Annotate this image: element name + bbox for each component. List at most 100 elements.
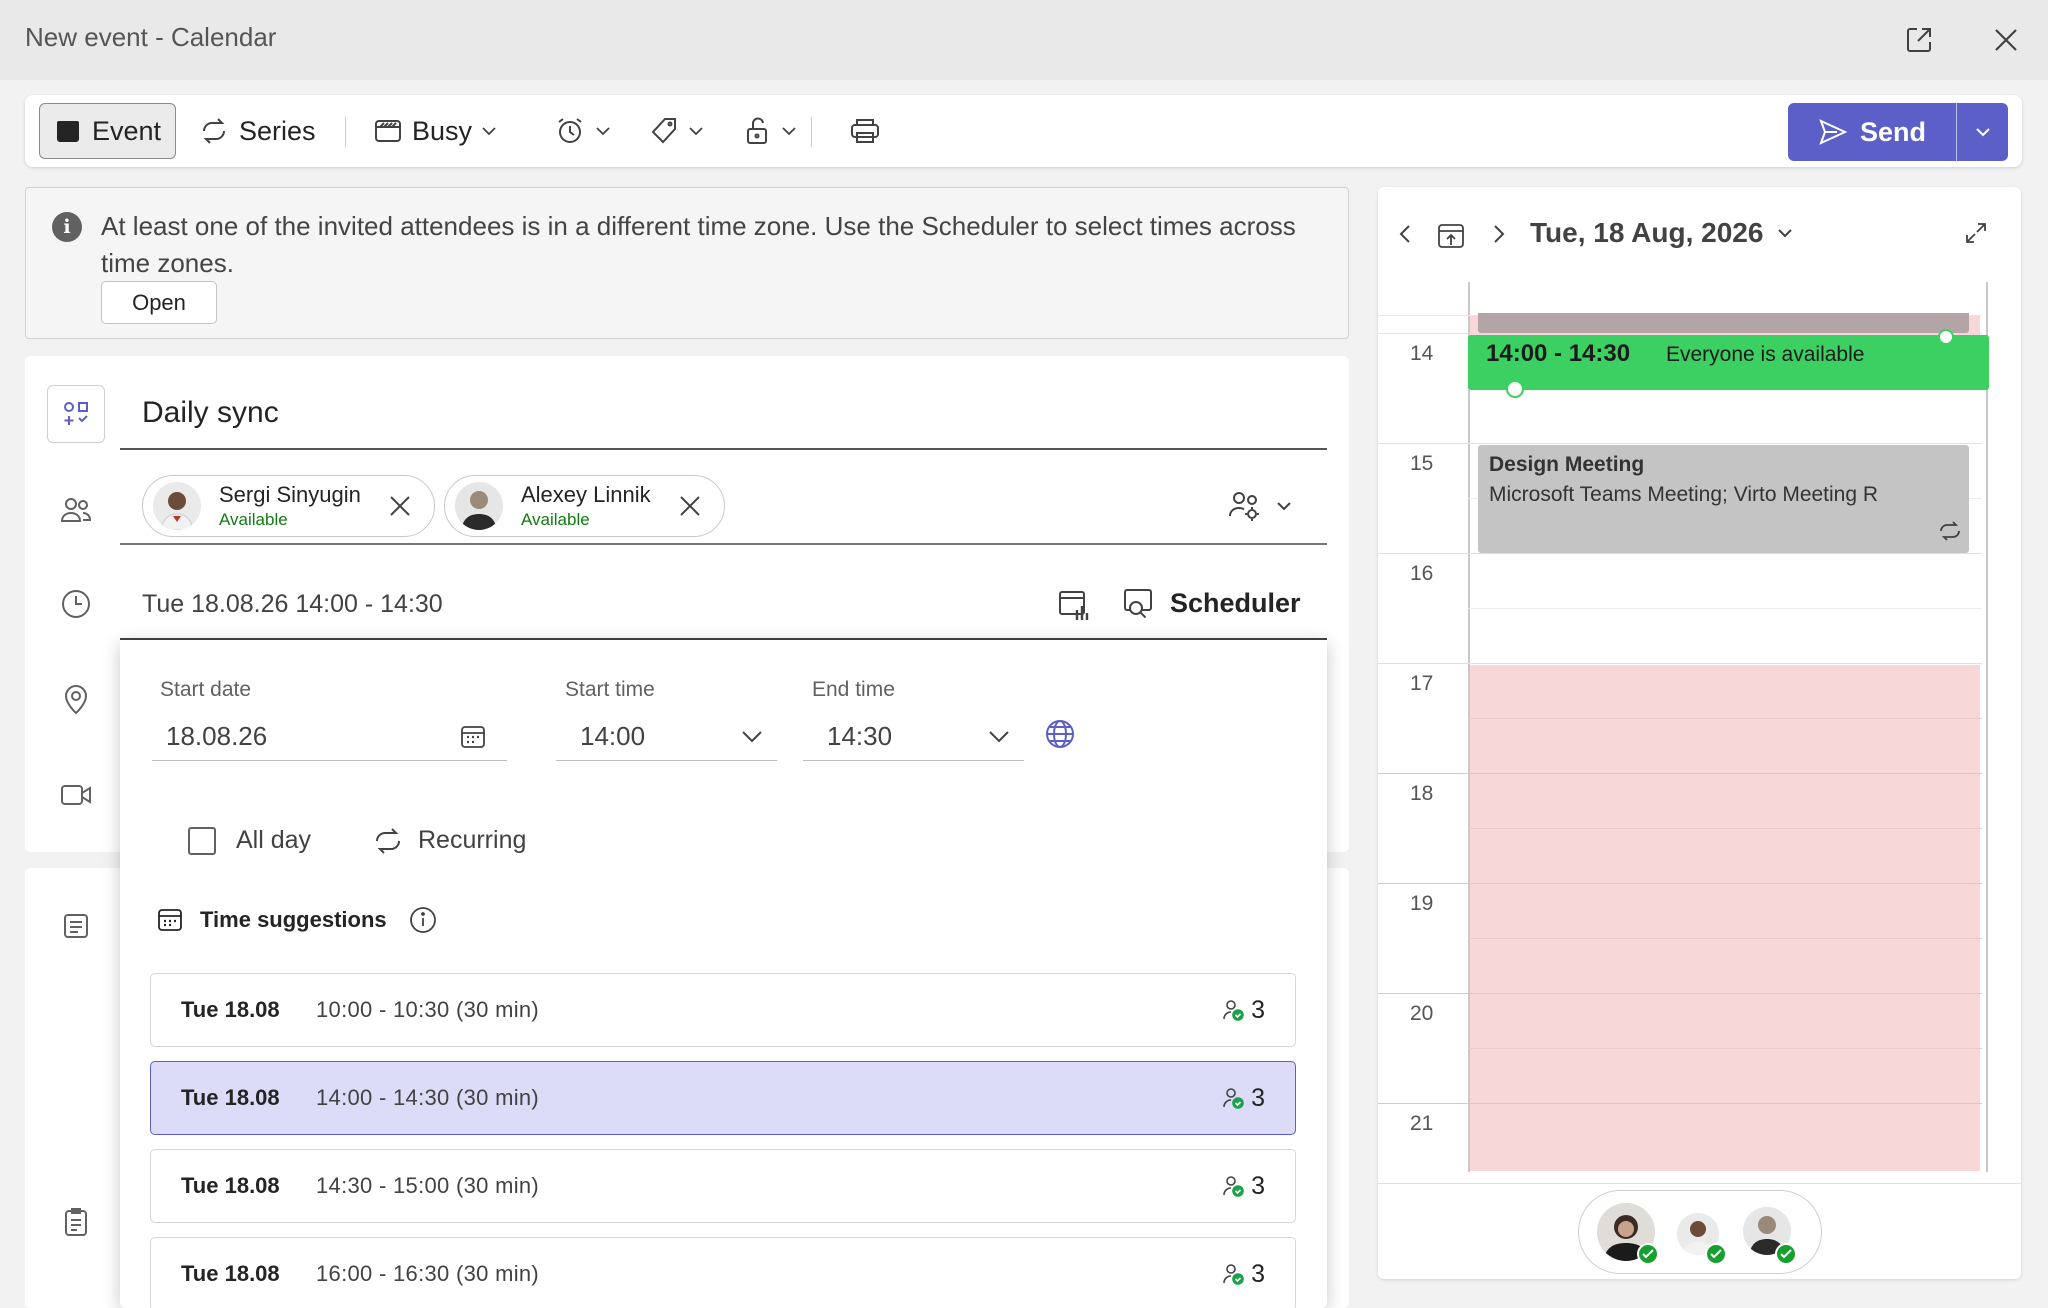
repeat-icon bbox=[372, 827, 404, 855]
recurring-label: Recurring bbox=[418, 826, 527, 854]
previous-day-icon[interactable] bbox=[1396, 223, 1416, 245]
start-time-value: 14:00 bbox=[580, 721, 646, 751]
chevron-down-icon bbox=[782, 126, 796, 136]
suggestion-availability: 3 bbox=[1221, 996, 1265, 1025]
new-event-block[interactable]: 14:00 - 14:30 Everyone is available bbox=[1468, 329, 1989, 398]
print-button[interactable] bbox=[835, 103, 895, 159]
timezone-banner: i At least one of the invited attendees … bbox=[25, 187, 1349, 339]
event-location: Microsoft Teams Meeting; Virto Meeting R bbox=[1489, 483, 1879, 506]
show-as-icon bbox=[374, 118, 402, 144]
attendees-available-icon bbox=[1221, 998, 1245, 1022]
suggestion-time: 16:00 - 16:30 (30 min) bbox=[316, 1261, 540, 1286]
people-icon bbox=[56, 490, 96, 530]
series-tab-label: Series bbox=[239, 115, 316, 146]
series-tab[interactable]: Series bbox=[185, 103, 330, 159]
send-main[interactable]: Send bbox=[1788, 103, 1958, 161]
notes-icon bbox=[56, 906, 96, 946]
attendee-chip[interactable]: Alexey Linnik Available bbox=[444, 475, 725, 537]
time-suggestions-header: Time suggestions bbox=[156, 906, 437, 934]
checklist-icon bbox=[56, 1202, 96, 1242]
recurring-icon bbox=[1938, 521, 1962, 541]
scheduler-label: Scheduler bbox=[1170, 587, 1301, 618]
unlock-icon bbox=[744, 116, 772, 146]
event-icon-picker[interactable] bbox=[47, 385, 105, 443]
chevron-down-icon bbox=[689, 126, 703, 136]
start-time-dropdown[interactable]: 14:00 bbox=[556, 713, 777, 761]
timezone-globe-icon[interactable] bbox=[1044, 718, 1076, 750]
new-event-note: Everyone is available bbox=[1666, 343, 1865, 366]
resize-handle-bottom[interactable] bbox=[1506, 380, 1524, 398]
reminder-dropdown[interactable] bbox=[540, 103, 624, 159]
expand-icon[interactable] bbox=[1964, 221, 1988, 245]
resize-handle-top[interactable] bbox=[1938, 329, 1954, 345]
location-icon bbox=[56, 680, 96, 720]
send-options-dropdown[interactable] bbox=[1957, 127, 2008, 137]
suggestion-time: 10:00 - 10:30 (30 min) bbox=[316, 997, 540, 1022]
end-time-dropdown[interactable]: 14:30 bbox=[803, 713, 1024, 761]
scheduler-button[interactable]: Scheduler bbox=[1122, 586, 1301, 620]
attendee-status: Available bbox=[219, 510, 288, 529]
available-check-icon bbox=[1637, 1243, 1659, 1265]
available-check-icon bbox=[1775, 1243, 1797, 1265]
send-button[interactable]: Send bbox=[1788, 103, 2008, 161]
tag-icon bbox=[649, 116, 679, 146]
suggestion-row[interactable]: Tue 18.08 14:30 - 15:00 (30 min) 3 bbox=[150, 1149, 1296, 1223]
suggestion-availability: 3 bbox=[1221, 1260, 1265, 1289]
event-title-input[interactable]: Daily sync bbox=[142, 396, 279, 430]
attendee-options-button[interactable] bbox=[1228, 490, 1292, 522]
remove-attendee-icon[interactable] bbox=[388, 494, 412, 518]
all-day-checkbox[interactable]: All day bbox=[188, 826, 311, 855]
datetime-field[interactable]: Tue 18.08.26 14:00 - 14:30 bbox=[142, 590, 443, 619]
attendee-chip[interactable]: Sergi Sinyugin Available bbox=[142, 475, 435, 537]
categorize-dropdown[interactable] bbox=[635, 103, 717, 159]
chevron-down-icon bbox=[988, 730, 1010, 744]
chevron-down-icon bbox=[1975, 127, 1991, 137]
suggestion-row-selected[interactable]: Tue 18.08 14:00 - 14:30 (30 min) 3 bbox=[150, 1061, 1296, 1135]
attendees-available-icon bbox=[1221, 1174, 1245, 1198]
available-count: 3 bbox=[1251, 995, 1265, 1024]
suggestion-row[interactable]: Tue 18.08 16:00 - 16:30 (30 min) 3 bbox=[150, 1237, 1296, 1308]
start-time-label: Start time bbox=[565, 678, 655, 701]
close-window-icon[interactable] bbox=[1986, 20, 2026, 60]
send-label: Send bbox=[1860, 116, 1927, 147]
event-tab[interactable]: Event bbox=[39, 103, 177, 159]
open-scheduler-button[interactable]: Open bbox=[101, 281, 217, 324]
date-selector[interactable]: Tue, 18 Aug, 2026 bbox=[1530, 217, 1793, 249]
availability-chart-icon[interactable] bbox=[1057, 588, 1091, 622]
suggestion-row[interactable]: Tue 18.08 10:00 - 10:30 (30 min) 3 bbox=[150, 973, 1296, 1047]
scheduler-icon bbox=[1122, 586, 1156, 620]
attendee-avatars[interactable] bbox=[1578, 1190, 1822, 1274]
clock-icon bbox=[56, 584, 96, 624]
hour-label: 14 bbox=[1410, 342, 1434, 365]
busy-label: Busy bbox=[412, 115, 473, 146]
privacy-dropdown[interactable] bbox=[730, 103, 810, 159]
calendar-grid-icon bbox=[156, 906, 184, 934]
calendar-picker-icon[interactable] bbox=[459, 723, 487, 751]
info-outline-icon[interactable] bbox=[409, 906, 437, 934]
repeat-icon bbox=[199, 117, 229, 145]
printer-icon bbox=[849, 116, 881, 146]
available-count: 3 bbox=[1251, 1083, 1265, 1112]
busy-dropdown[interactable]: Busy bbox=[360, 103, 510, 159]
hour-label: 17 bbox=[1410, 672, 1434, 695]
suggestion-day: Tue 18.08 bbox=[181, 1261, 280, 1286]
event-title: Design Meeting bbox=[1489, 453, 1645, 476]
design-meeting-event[interactable]: Design Meeting Microsoft Teams Meeting; … bbox=[1478, 445, 1969, 553]
recurring-button[interactable]: Recurring bbox=[372, 826, 526, 855]
attendee-name: Sergi Sinyugin bbox=[219, 482, 361, 507]
hour-label: 19 bbox=[1410, 892, 1434, 915]
next-day-icon[interactable] bbox=[1488, 223, 1508, 245]
previous-event-block[interactable] bbox=[1478, 313, 1969, 333]
video-icon bbox=[56, 775, 96, 815]
pop-out-icon[interactable] bbox=[1899, 20, 1939, 60]
start-date-field[interactable]: 18.08.26 bbox=[152, 713, 507, 761]
chevron-down-icon bbox=[596, 126, 610, 136]
banner-text: At least one of the invited attendees is… bbox=[101, 211, 1296, 278]
window-title: New event - Calendar bbox=[25, 22, 277, 52]
toolbar: Event Series Busy Send bbox=[25, 95, 2022, 167]
checkbox-box[interactable] bbox=[188, 826, 216, 855]
go-to-today-icon[interactable] bbox=[1436, 220, 1466, 250]
remove-attendee-icon[interactable] bbox=[678, 494, 702, 518]
available-count: 3 bbox=[1251, 1171, 1265, 1200]
day-view-panel: Tue, 18 Aug, 2026 14 15 16 17 18 19 20 2… bbox=[1378, 187, 2021, 1279]
